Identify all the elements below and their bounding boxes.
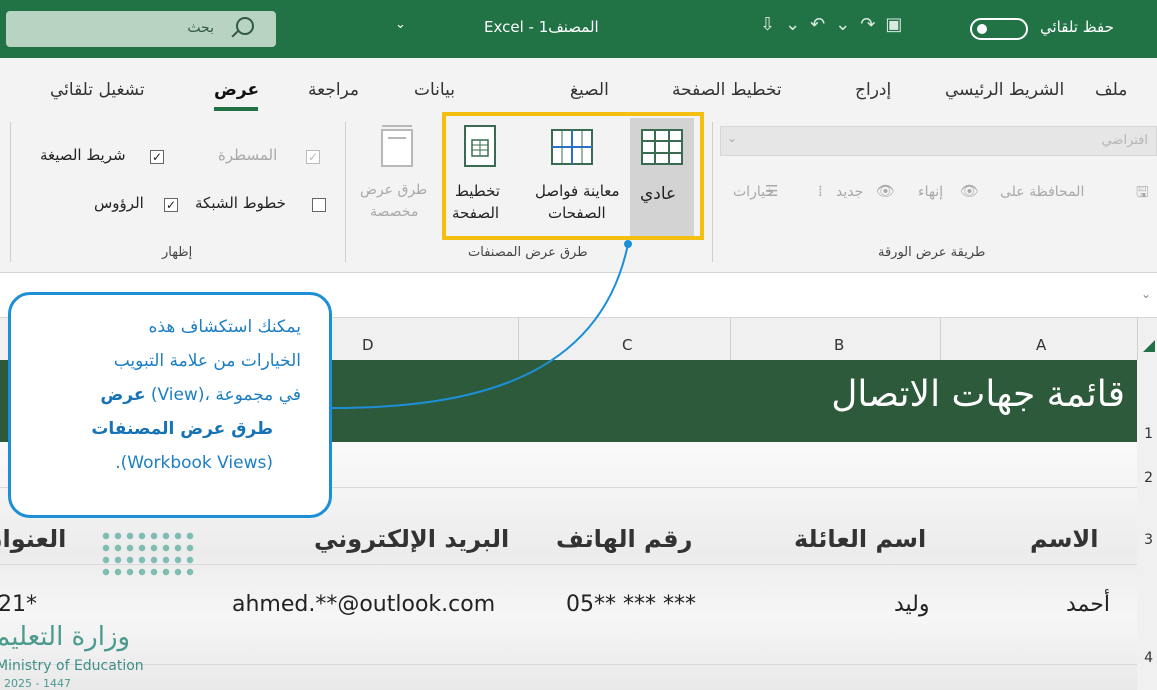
callout-workbook-views-bold: طرق عرض المصنفات: [91, 419, 273, 439]
callout-line-3: عرض (View)، في مجموعة: [100, 385, 301, 405]
callout-line-4: طرق عرض المصنفات: [91, 419, 273, 439]
callout-view-bold: عرض: [100, 385, 146, 405]
info-callout: يمكنك استكشاف هذه الخيارات من علامة التب…: [8, 292, 332, 518]
callout-line-5: .(Workbook Views): [115, 453, 273, 473]
callout-line-1: يمكنك استكشاف هذه: [148, 317, 301, 337]
callout-line-2: الخيارات من علامة التبويب: [113, 351, 301, 371]
callout-view-rest: (View)، في مجموعة: [150, 385, 301, 405]
